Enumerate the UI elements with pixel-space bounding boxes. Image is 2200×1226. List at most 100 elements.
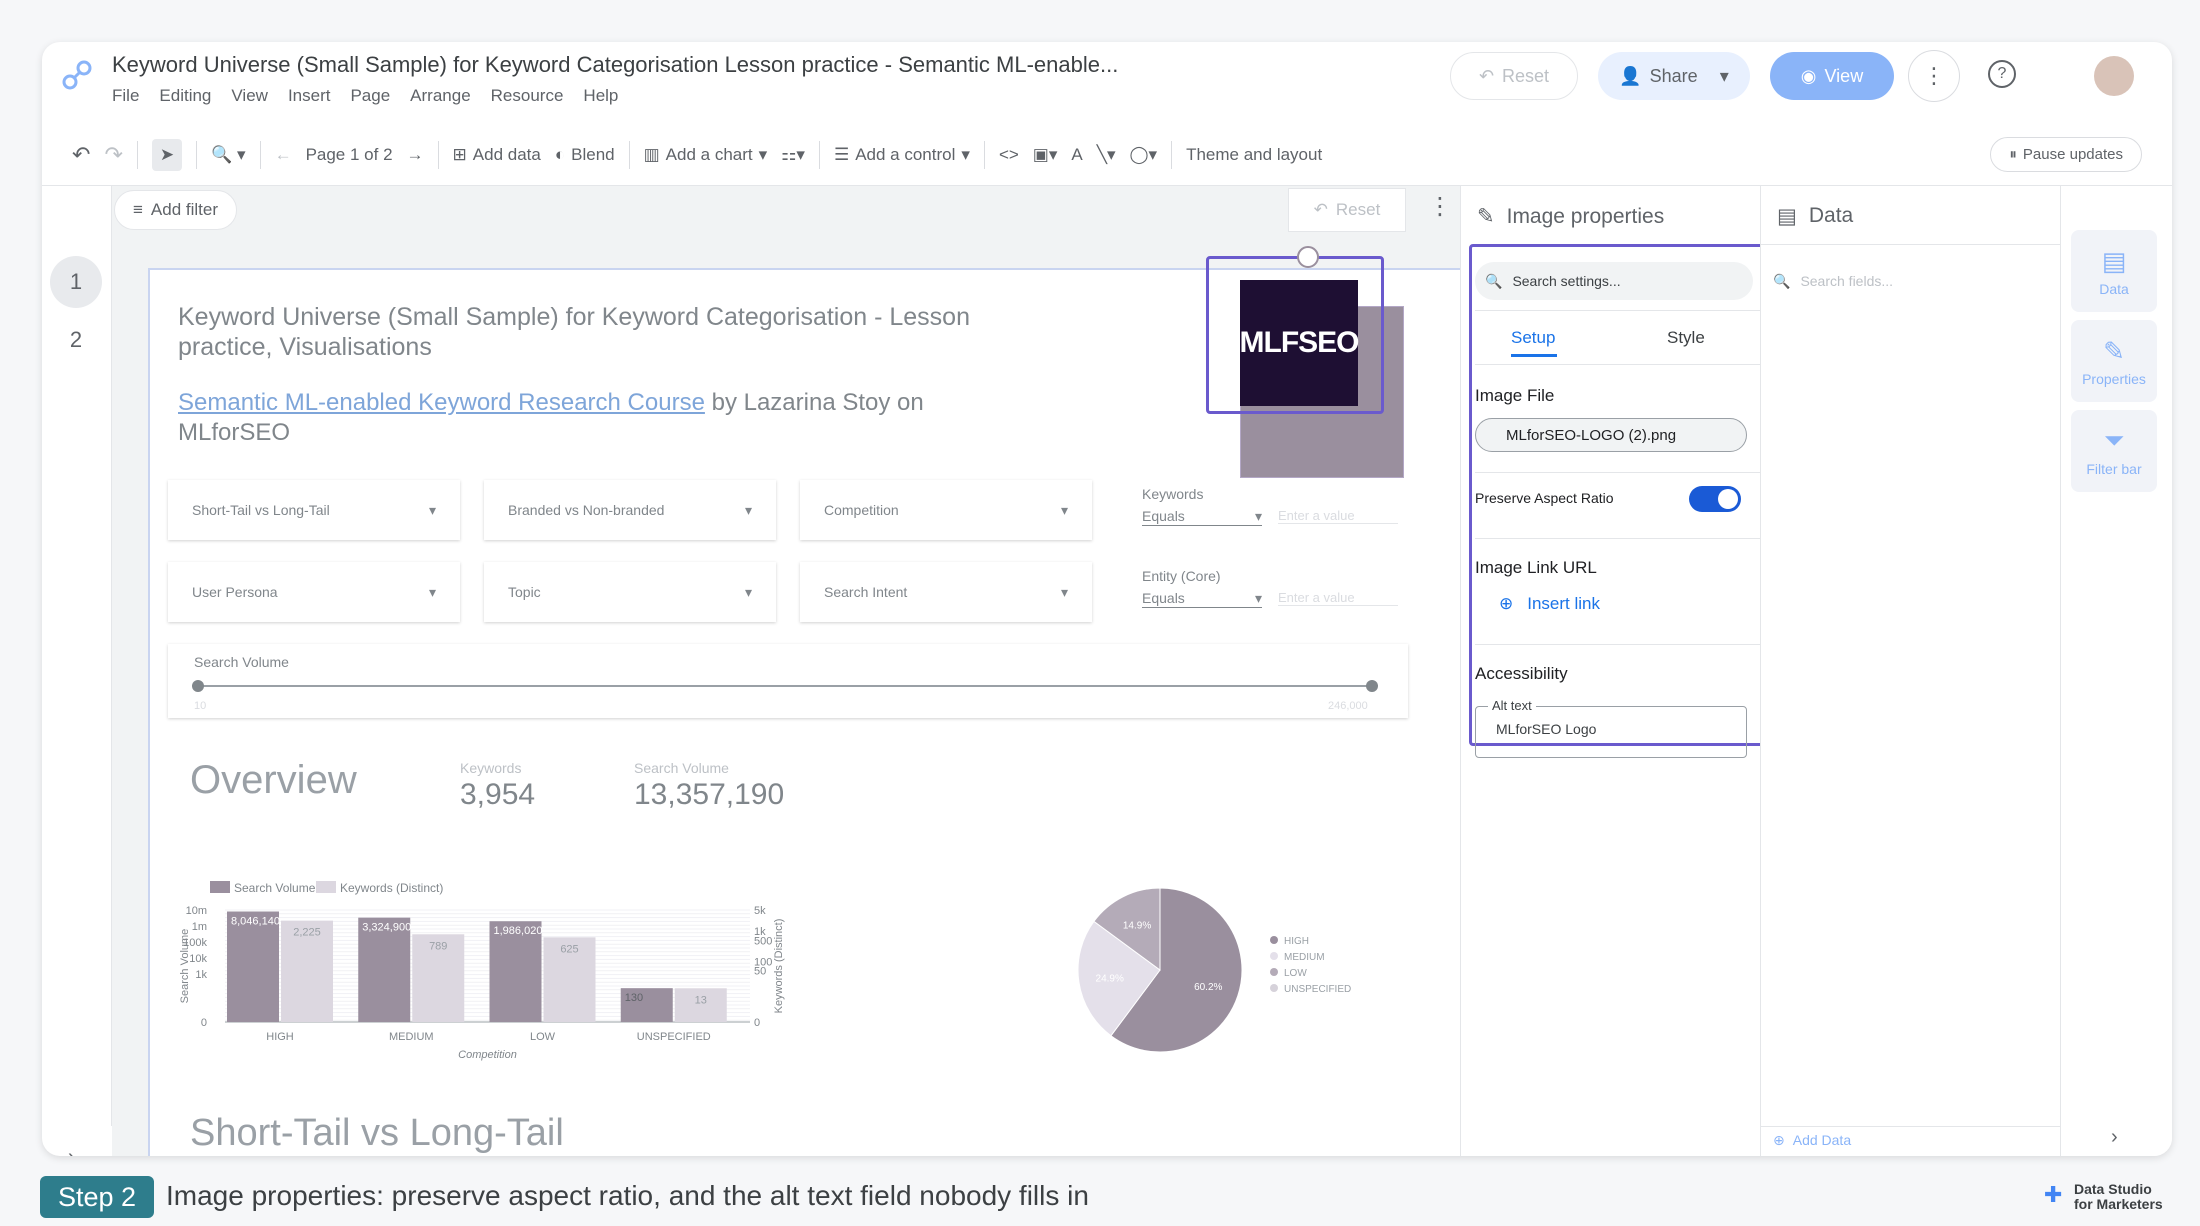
redo-icon[interactable]: ↷ <box>104 142 122 168</box>
dropdown-topic[interactable]: Topic ▾ <box>484 562 776 622</box>
blend-button[interactable]: ◐ Blend <box>555 145 615 165</box>
legend-label-sv: Search Volume <box>234 881 316 895</box>
menu-insert[interactable]: Insert <box>288 86 331 106</box>
shape-icon[interactable]: ◯▾ <box>1130 145 1158 165</box>
zoom-icon[interactable]: 🔍 ▾ <box>211 145 245 165</box>
collapse-chevron-icon[interactable]: › <box>2111 1126 2118 1149</box>
view-button[interactable]: ◉ View <box>1770 52 1894 100</box>
tab-indicator <box>1511 354 1557 357</box>
x-tick-label: HIGH <box>266 1031 294 1043</box>
keywords-value-input[interactable]: Enter a value <box>1278 508 1398 524</box>
page-indicator[interactable]: Page 1 of 2 <box>306 145 393 165</box>
course-link[interactable]: Semantic ML-enabled Keyword Research Cou… <box>178 389 705 416</box>
share-button[interactable]: 👤 Share ▾ <box>1598 52 1750 100</box>
insert-link-button[interactable]: ⊕ Insert link <box>1499 594 1600 614</box>
menu-help[interactable]: Help <box>583 86 618 106</box>
theme-layout-button[interactable]: Theme and layout <box>1186 145 1322 165</box>
dropdown-short-long-tail[interactable]: Short-Tail vs Long-Tail ▾ <box>168 480 460 540</box>
entity-value-input[interactable]: Enter a value <box>1278 590 1398 606</box>
aspect-ratio-toggle[interactable] <box>1689 486 1741 512</box>
menu-resource[interactable]: Resource <box>491 86 564 106</box>
pause-icon: ⏸ <box>2009 146 2017 163</box>
prev-page-icon[interactable]: ← <box>275 145 292 165</box>
data-label-kw: 789 <box>429 940 447 952</box>
divider <box>983 140 985 169</box>
search-fields-input[interactable]: 🔍 Search fields... <box>1773 262 2049 300</box>
competition-bar-chart[interactable]: Search Volume Keywords (Distinct)10m1m100… <box>150 850 1030 1110</box>
menu-arrange[interactable]: Arrange <box>410 86 470 106</box>
keywords-operator-select[interactable]: Equals ▾ <box>1142 508 1262 526</box>
more-vert-icon[interactable]: ⋮ <box>1908 50 1960 102</box>
canvas-reset-button[interactable]: ↶ Reset <box>1288 188 1406 232</box>
select-pointer-icon[interactable]: ➤ <box>151 138 183 171</box>
add-filter-button[interactable]: ≡ Add filter <box>114 190 238 230</box>
line-icon[interactable]: ╲▾ <box>1097 145 1116 165</box>
y2-axis-label: Keywords (Distinct) <box>773 919 785 1014</box>
text-box-icon[interactable]: A <box>1071 145 1082 165</box>
add-control-button[interactable]: ☰ Add a control ▾ <box>834 145 970 165</box>
search-volume-slider: Search Volume 10 246,000 <box>168 644 1408 718</box>
page-navigator: 1 2 › <box>42 186 112 1156</box>
avatar[interactable] <box>2094 56 2134 96</box>
rail-properties-button[interactable]: ✎ Properties <box>2071 320 2157 402</box>
dropdown-arrow-icon: ▾ <box>1254 508 1262 524</box>
add-chart-button[interactable]: ▥ Add a chart ▾ <box>644 145 768 165</box>
y2-tick-label: 50 <box>754 966 766 978</box>
legend-dot-high <box>1270 936 1278 944</box>
image-file-button[interactable]: MLforSEO-LOGO (2).png <box>1475 418 1747 452</box>
community-viz-icon[interactable]: ⚏▾ <box>781 145 805 165</box>
add-data-button[interactable]: ⊞ Add data <box>453 145 541 165</box>
rail-data-button[interactable]: ▤ Data <box>2071 230 2157 312</box>
slider-max-handle[interactable] <box>1366 680 1378 692</box>
menu-editing[interactable]: Editing <box>159 86 211 106</box>
report-title[interactable]: Keyword Universe (Small Sample) for Keyw… <box>112 52 1118 78</box>
chevron-down-icon: ▾ <box>1719 65 1729 86</box>
slider-min-handle[interactable] <box>192 680 204 692</box>
pause-updates-button[interactable]: ⏸ Pause updates <box>1990 137 2142 172</box>
chart-icon: ▥ <box>643 144 660 164</box>
tab-setup[interactable]: Setup <box>1511 328 1555 348</box>
canvas-more-icon[interactable]: ⋮ <box>1428 192 1452 221</box>
mlforseo-logo-image[interactable]: MLFSEO <box>1240 280 1360 406</box>
alt-text-input[interactable]: Alt text MLforSEO Logo <box>1475 698 1747 758</box>
reset-button[interactable]: ↶ Reset <box>1450 52 1578 100</box>
search-settings-input[interactable]: 🔍 Search settings... <box>1475 262 1753 300</box>
panel-header: ✎ Image properties <box>1477 204 1665 229</box>
app-logo-icon[interactable] <box>60 56 96 97</box>
next-page-icon[interactable]: → <box>407 145 424 165</box>
rail-filter-button[interactable]: ⏷ Filter bar <box>2071 410 2157 492</box>
dropdown-competition[interactable]: Competition ▾ <box>800 480 1092 540</box>
help-icon[interactable]: ? <box>1988 60 2016 88</box>
divider <box>1475 472 1761 473</box>
data-panel: ▤ Data 🔍 Search fields... ⊕ Add Data <box>1760 186 2061 1156</box>
image-file-label: Image File <box>1475 386 1555 405</box>
control-icon: ☰ <box>833 144 850 164</box>
menu-page[interactable]: Page <box>350 86 390 106</box>
divider <box>1761 1126 2061 1127</box>
dropdown-search-intent[interactable]: Search Intent ▾ <box>800 562 1092 622</box>
dropdown-arrow-icon: ▾ <box>744 501 752 518</box>
add-data-link[interactable]: ⊕ Add Data <box>1773 1132 1851 1149</box>
bar-sv-high <box>227 911 279 1022</box>
embed-code-icon[interactable]: <> <box>999 145 1019 165</box>
dropdown-branded[interactable]: Branded vs Non-branded ▾ <box>484 480 776 540</box>
tab-style[interactable]: Style <box>1667 328 1705 348</box>
divider <box>196 140 198 169</box>
legend-label: MEDIUM <box>1284 952 1325 963</box>
page-thumb-1[interactable]: 1 <box>50 256 102 308</box>
undo-icon[interactable]: ↶ <box>72 142 90 168</box>
divider <box>1761 244 2061 245</box>
competition-pie-chart[interactable]: 60.2% 24.9% 14.9% HIGH MEDIUM LOW UNSPECIFIED <box>1050 860 1380 1080</box>
page-thumb-2[interactable]: 2 <box>50 314 102 366</box>
table-icon: ▤ <box>1777 205 1797 228</box>
page-heading: Keyword Universe (Small Sample) for Keyw… <box>178 303 970 361</box>
divider <box>259 140 261 169</box>
menu-file[interactable]: File <box>112 86 139 106</box>
image-icon[interactable]: ▣▾ <box>1033 145 1058 165</box>
rotate-handle-icon[interactable] <box>1297 246 1319 268</box>
expand-chevron-icon[interactable]: › <box>68 1146 75 1156</box>
menu-view[interactable]: View <box>231 86 268 106</box>
x-axis-label: Competition <box>458 1049 517 1061</box>
entity-operator-select[interactable]: Equals ▾ <box>1142 590 1262 608</box>
dropdown-user-persona[interactable]: User Persona ▾ <box>168 562 460 622</box>
